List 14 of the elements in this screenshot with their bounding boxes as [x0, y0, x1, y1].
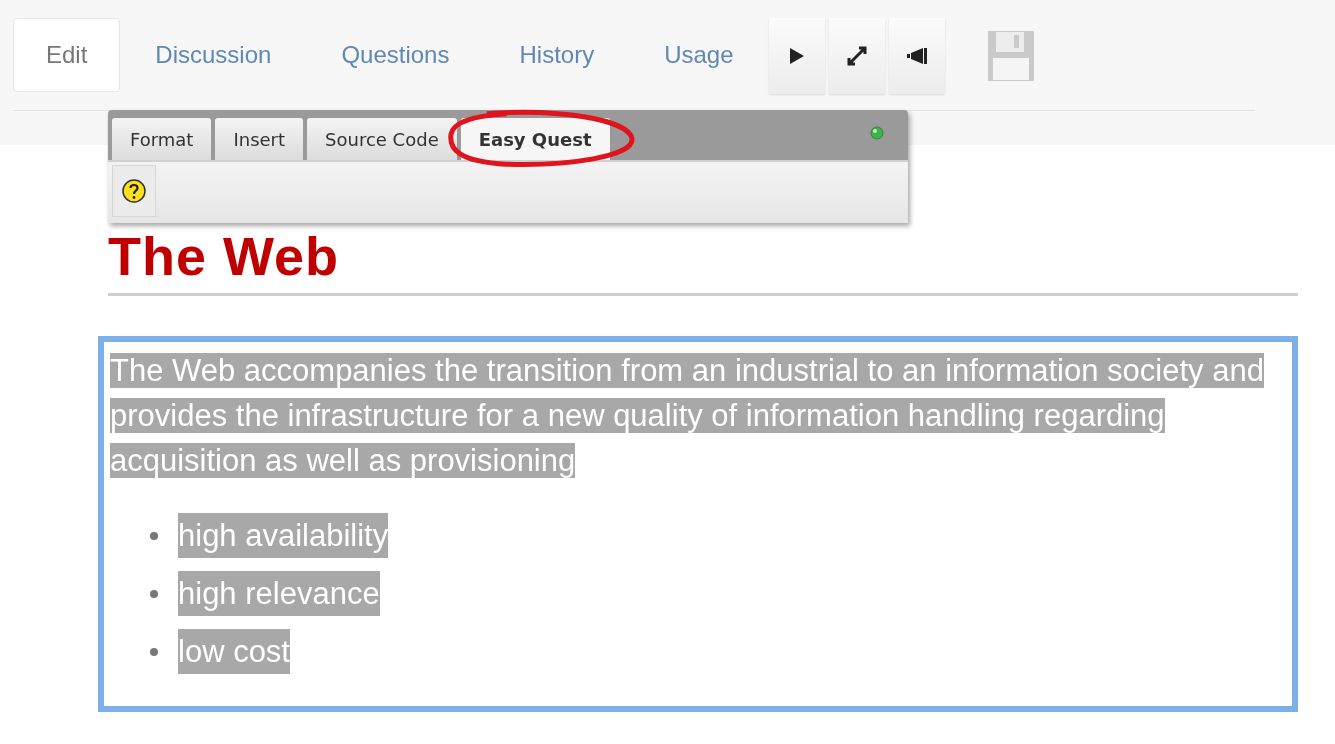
editor-tab[interactable]: Easy Quest	[460, 118, 610, 160]
list-item-text: high availability	[178, 513, 389, 558]
page-tab[interactable]: Edit	[13, 18, 121, 92]
page-tab[interactable]: History	[484, 18, 630, 92]
list-item-text: high relevance	[178, 571, 380, 616]
editor-tab[interactable]: Format	[112, 118, 212, 160]
page-tab[interactable]: Usage	[629, 18, 769, 92]
editor-tab[interactable]: Insert	[215, 118, 304, 160]
page-heading: The Web	[108, 227, 340, 285]
page-tab[interactable]: Questions	[306, 18, 485, 92]
page-tab[interactable]: Discussion	[120, 18, 307, 92]
list-item-text: low cost	[178, 629, 290, 674]
editor-tab[interactable]: Source Code	[307, 118, 457, 160]
paragraph-text: The Web accompanies the transition from an industrial to an information society and provides the infrastructure for a new quality of information handling regarding acquisition as well as provisioning	[110, 352, 1265, 480]
